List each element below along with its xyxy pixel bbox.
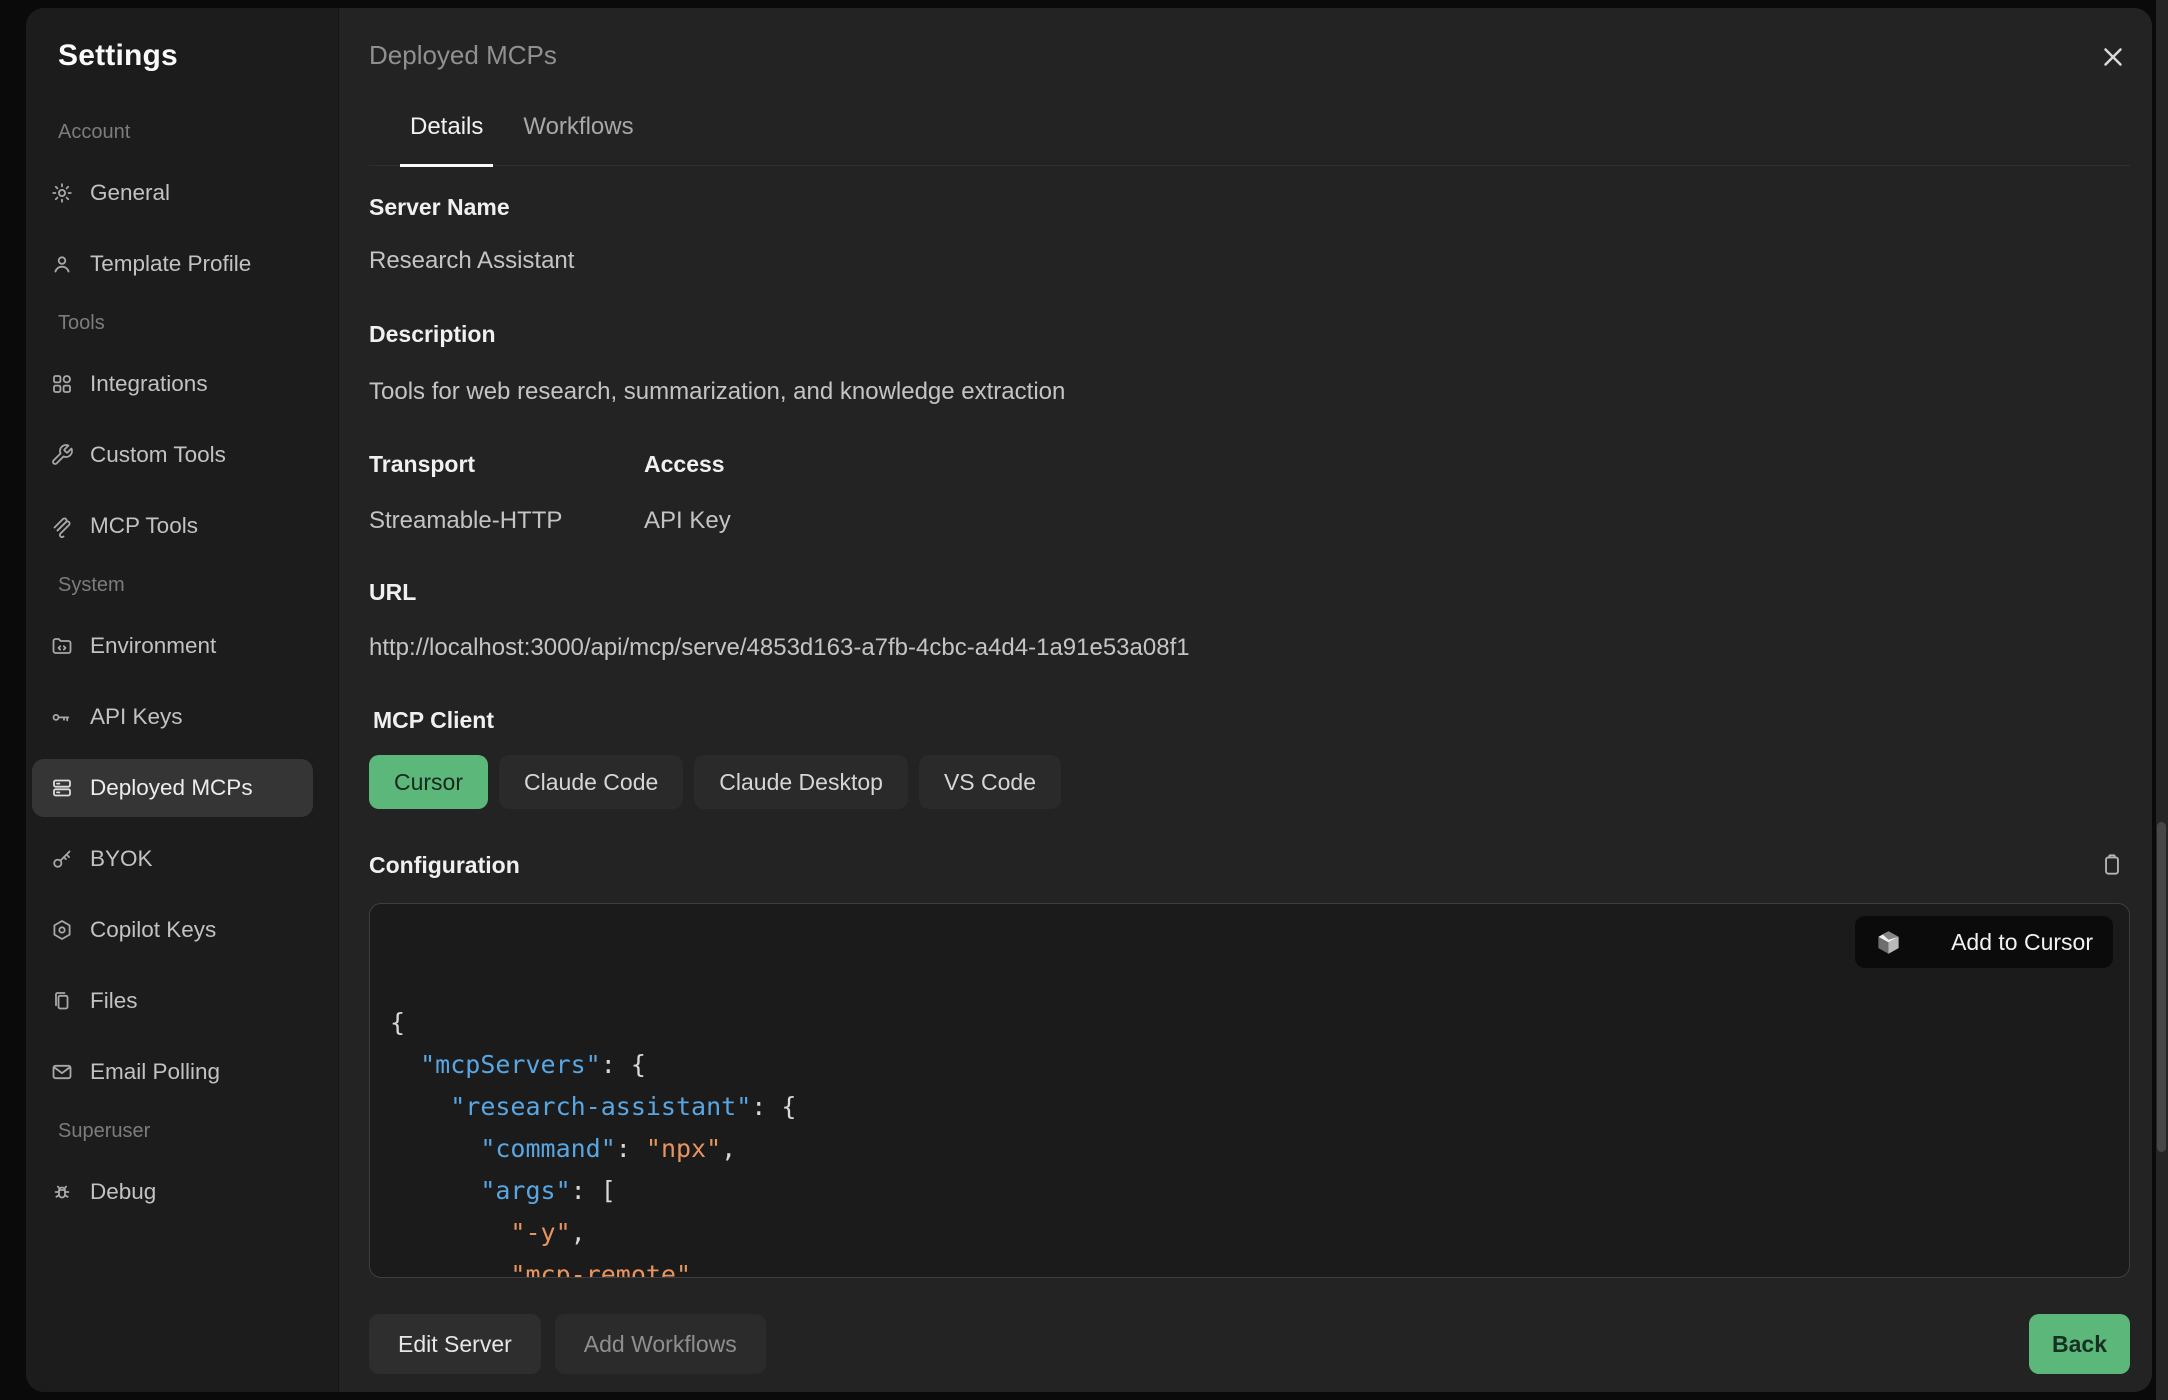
sidebar-item-template-profile[interactable]: Template Profile — [32, 235, 313, 293]
tab-workflows[interactable]: Workflows — [513, 112, 643, 165]
panel-header: Deployed MCPs — [369, 8, 2130, 74]
add-workflows-button[interactable]: Add Workflows — [555, 1314, 766, 1374]
client-option-vs-code[interactable]: VS Code — [919, 755, 1061, 809]
sidebar-item-custom-tools[interactable]: Custom Tools — [32, 426, 313, 484]
sidebar-item-files[interactable]: Files — [32, 972, 313, 1030]
client-option-cursor[interactable]: Cursor — [369, 755, 488, 809]
mail-icon — [50, 1060, 74, 1084]
configuration-json: { "mcpServers": { "research-assistant": … — [390, 1002, 2109, 1278]
back-button[interactable]: Back — [2029, 1314, 2130, 1374]
code-line: "research-assistant": { — [390, 1086, 2109, 1128]
sidebar-item-label: BYOK — [90, 846, 153, 872]
strokes-icon — [50, 514, 74, 538]
edit-server-button[interactable]: Edit Server — [369, 1314, 541, 1374]
access-value: API Key — [644, 507, 731, 535]
mcp-client-label: MCP Client — [373, 706, 2130, 734]
close-button[interactable] — [2096, 40, 2130, 74]
server-name-label: Server Name — [369, 193, 2130, 221]
code-line: "mcp-remote", — [390, 1254, 2109, 1278]
sidebar-item-api-keys[interactable]: API Keys — [32, 688, 313, 746]
grid-icon — [50, 372, 74, 396]
description-label: Description — [369, 320, 2130, 348]
sidebar-item-general[interactable]: General — [32, 164, 313, 222]
sidebar-item-deployed-mcps[interactable]: Deployed MCPs — [32, 759, 313, 817]
configuration-code-block: { "mcpServers": { "research-assistant": … — [369, 903, 2130, 1278]
sidebar-section-label: System — [58, 573, 287, 597]
transport-value: Streamable-HTTP — [369, 507, 644, 535]
sidebar-title: Settings — [58, 38, 338, 74]
settings-modal: Settings Account General Template Profile T… — [26, 8, 2152, 1392]
close-icon — [2098, 42, 2128, 72]
sidebar-sections: Account General Template Profile Tools Integ… — [26, 120, 338, 1221]
transport-column: Transport Streamable-HTTP — [369, 450, 644, 535]
folder-code-icon — [50, 634, 74, 658]
access-column: Access API Key — [644, 450, 731, 535]
sidebar-item-environment[interactable]: Environment — [32, 617, 313, 675]
scrollbar-thumb[interactable] — [2157, 822, 2166, 1152]
sidebar-item-label: API Keys — [90, 704, 183, 730]
gear-icon — [50, 181, 74, 205]
sidebar-section-label: Account — [58, 120, 287, 144]
sidebar-item-email-polling[interactable]: Email Polling — [32, 1043, 313, 1101]
sidebar-item-debug[interactable]: Debug — [32, 1163, 313, 1221]
description-value: Tools for web research, summarization, a… — [369, 378, 2130, 406]
sidebar-item-label: Custom Tools — [90, 442, 226, 468]
sidebar-item-label: Deployed MCPs — [90, 775, 253, 801]
settings-sidebar: Settings Account General Template Profile T… — [26, 8, 338, 1392]
cursor-cube-icon — [1875, 903, 1939, 1040]
sidebar-item-label: Integrations — [90, 371, 208, 397]
sidebar-item-integrations[interactable]: Integrations — [32, 355, 313, 413]
key-icon — [50, 705, 74, 729]
key-diagonal-icon — [50, 847, 74, 871]
sidebar-item-label: Files — [90, 988, 138, 1014]
mcp-client-selector: CursorClaude CodeClaude DesktopVS Code — [369, 755, 2130, 809]
add-to-cursor-button[interactable]: Add to Cursor — [1855, 916, 2113, 968]
configuration-label: Configuration — [369, 851, 520, 879]
sidebar-item-label: Debug — [90, 1179, 156, 1205]
url-value: http://localhost:3000/api/mcp/serve/4853… — [369, 634, 2130, 662]
client-option-claude-desktop[interactable]: Claude Desktop — [694, 755, 908, 809]
server-stack-icon — [50, 776, 74, 800]
url-label: URL — [369, 578, 2130, 606]
clipboard-icon — [2099, 852, 2125, 878]
scrollbar-track[interactable] — [2156, 0, 2168, 1400]
access-label: Access — [644, 450, 731, 478]
add-to-cursor-label: Add to Cursor — [1951, 921, 2093, 963]
copy-configuration-button[interactable] — [2094, 847, 2130, 883]
wrench-icon — [50, 443, 74, 467]
sidebar-item-label: Email Polling — [90, 1059, 220, 1085]
tabs: Details Workflows — [369, 112, 2130, 166]
hexagon-nut-icon — [50, 918, 74, 942]
client-option-claude-code[interactable]: Claude Code — [499, 755, 683, 809]
code-line: "-y", — [390, 1212, 2109, 1254]
deployed-mcps-panel: Deployed MCPs Details Workflows Server Na… — [338, 8, 2152, 1392]
files-icon — [50, 989, 74, 1013]
sidebar-item-copilot-keys[interactable]: Copilot Keys — [32, 901, 313, 959]
transport-label: Transport — [369, 450, 644, 478]
configuration-row: Configuration — [369, 847, 2130, 883]
sidebar-section-label: Superuser — [58, 1119, 287, 1143]
page-title: Deployed MCPs — [369, 38, 557, 72]
sidebar-item-label: Template Profile — [90, 251, 251, 277]
panel-footer: Edit Server Add Workflows Back — [369, 1314, 2130, 1374]
sidebar-item-label: General — [90, 180, 170, 206]
code-line: "args": [ — [390, 1170, 2109, 1212]
sidebar-item-label: Environment — [90, 633, 216, 659]
sidebar-section-label: Tools — [58, 311, 287, 335]
sidebar-item-mcp-tools[interactable]: MCP Tools — [32, 497, 313, 555]
bug-icon — [50, 1180, 74, 1204]
server-name-value: Research Assistant — [369, 247, 2130, 275]
sidebar-item-label: Copilot Keys — [90, 917, 216, 943]
code-line: "command": "npx", — [390, 1128, 2109, 1170]
code-line: { — [390, 1002, 2109, 1044]
code-line: "mcpServers": { — [390, 1044, 2109, 1086]
transport-access-row: Transport Streamable-HTTP Access API Key — [369, 450, 2130, 535]
user-icon — [50, 252, 74, 276]
tab-details[interactable]: Details — [400, 112, 493, 167]
sidebar-item-byok[interactable]: BYOK — [32, 830, 313, 888]
sidebar-item-label: MCP Tools — [90, 513, 198, 539]
